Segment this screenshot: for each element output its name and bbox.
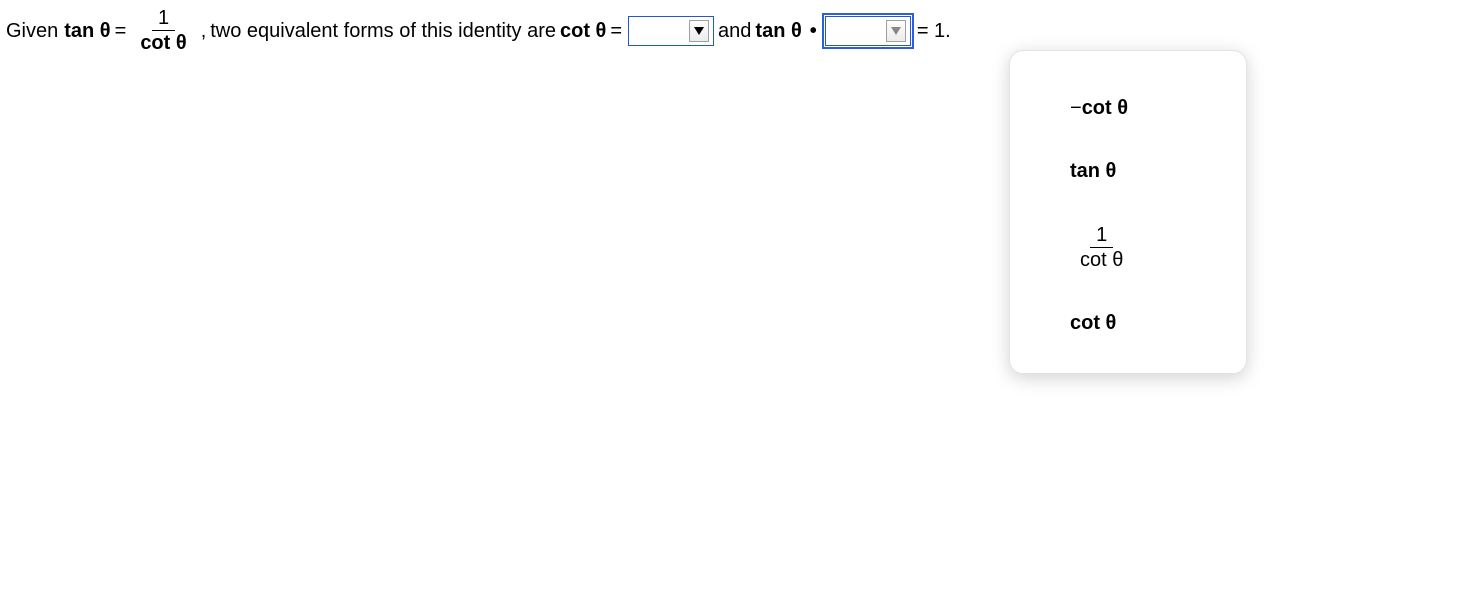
equals-1: = — [115, 21, 127, 41]
chevron-down-icon — [694, 27, 704, 35]
option-cot[interactable]: cot θ — [1010, 296, 1246, 351]
equals-one: = 1. — [917, 21, 951, 41]
option-neg-cot-prefix: − — [1070, 97, 1082, 120]
multiplication-dot: • — [810, 21, 817, 41]
option-fraction-den: cot θ — [1074, 248, 1129, 272]
option-neg-cot[interactable]: − cot θ — [1010, 81, 1246, 136]
text-and: and — [718, 21, 751, 41]
option-fraction: 1 cot θ — [1074, 223, 1129, 272]
option-one-over-cot[interactable]: 1 cot θ — [1010, 207, 1246, 288]
question-sentence: Given tan θ = 1 cot θ , two equivalent f… — [6, 6, 1476, 55]
option-tan-label: tan θ — [1070, 160, 1116, 183]
dropdown-popup: − cot θ tan θ 1 cot θ cot θ — [1009, 50, 1247, 374]
dropdown-arrow-2[interactable] — [886, 20, 906, 42]
option-fraction-num: 1 — [1090, 223, 1113, 248]
tan-theta-dot: tan θ — [755, 21, 801, 41]
cot-theta-equals: cot θ — [560, 21, 606, 41]
dropdown-tan-times[interactable] — [825, 16, 911, 46]
option-cot-label: cot θ — [1070, 312, 1116, 335]
equals-2: = — [610, 21, 622, 41]
text-mid: two equivalent forms of this identity ar… — [210, 21, 556, 41]
dropdown-cot-equals[interactable] — [628, 16, 714, 46]
option-neg-cot-label: cot θ — [1082, 97, 1128, 120]
dropdown-arrow-1[interactable] — [689, 20, 709, 42]
fraction-numerator: 1 — [152, 6, 175, 31]
option-tan[interactable]: tan θ — [1010, 144, 1246, 199]
chevron-down-icon — [891, 27, 901, 35]
text-given: Given — [6, 21, 58, 41]
comma: , — [201, 21, 207, 41]
fraction-denominator: cot θ — [134, 31, 192, 55]
tan-theta-lhs: tan θ — [64, 21, 110, 41]
fraction-1-over-cot: 1 cot θ — [134, 6, 192, 55]
